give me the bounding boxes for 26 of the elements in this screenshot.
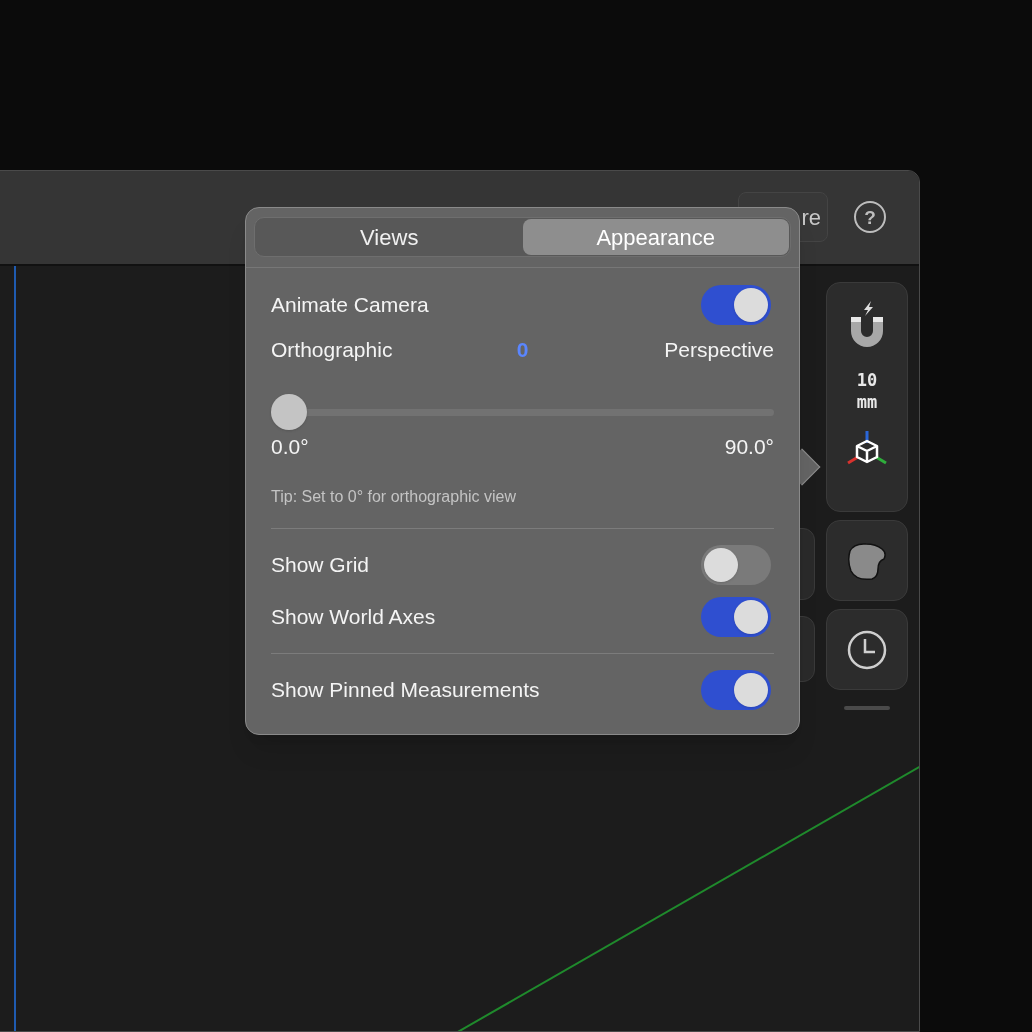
setting-label: Animate Camera <box>271 292 429 319</box>
snap-unit: mm <box>856 391 878 413</box>
history-button[interactable] <box>826 609 908 690</box>
range-max-label: 90.0° <box>724 434 774 461</box>
slider-thumb[interactable] <box>271 394 307 430</box>
tab[interactable]: Views <box>256 219 523 255</box>
tab[interactable]: Appearance <box>522 219 789 255</box>
range-value: 0 <box>516 337 529 364</box>
tip-text: Tip: Set to 0° for orthographic view <box>271 487 518 507</box>
toggle-switch[interactable] <box>701 597 771 637</box>
drag-handle[interactable] <box>844 706 890 710</box>
toggle-switch[interactable] <box>701 670 771 710</box>
range-label: Orthographic <box>271 337 394 364</box>
range-label: Perspective <box>663 337 774 364</box>
snap-value[interactable]: 10 <box>856 369 878 391</box>
toggle-switch[interactable] <box>701 285 771 325</box>
rounded-block-icon <box>846 540 888 581</box>
setting-label: Show Grid <box>271 552 370 579</box>
help-button[interactable]: ? <box>854 201 886 233</box>
toggle-switch[interactable] <box>701 545 771 585</box>
magnet-icon[interactable] <box>849 301 885 347</box>
range-min-label: 0.0° <box>271 434 309 461</box>
setting-label: Show Pinned Measurements <box>271 677 540 704</box>
setting-label: Show World Axes <box>271 604 436 631</box>
clock-icon <box>847 629 887 670</box>
shape-button[interactable] <box>826 520 908 601</box>
